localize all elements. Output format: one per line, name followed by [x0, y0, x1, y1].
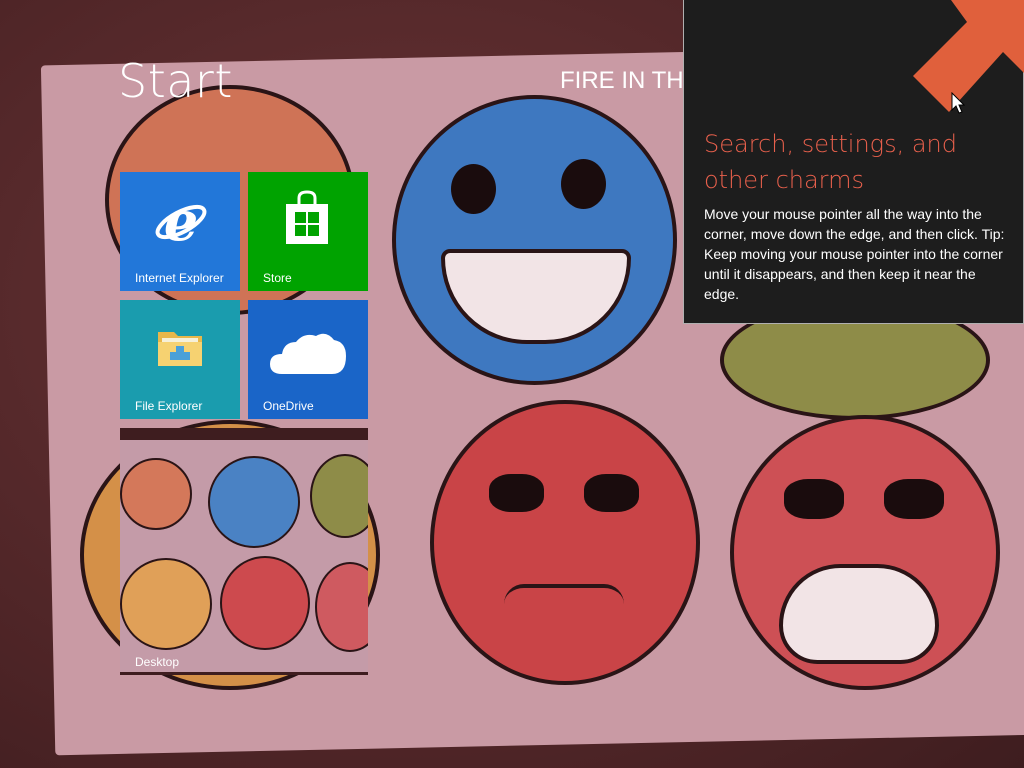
background-face-blue — [392, 95, 677, 385]
tile-label: Internet Explorer — [135, 271, 224, 285]
charms-tip-panel: Search, settings, and other charms Move … — [683, 0, 1024, 324]
desktop-thumbnail — [120, 428, 368, 675]
charms-tip-title: Search, settings, and other charms — [704, 130, 957, 194]
tile-internet-explorer[interactable]: e Internet Explorer — [120, 172, 240, 291]
tile-label: Store — [263, 271, 292, 285]
tile-onedrive[interactable]: OneDrive — [248, 300, 368, 419]
group-header[interactable]: FIRE IN TH — [560, 67, 684, 95]
diagonal-arrow-icon — [913, 0, 1024, 112]
tile-label: OneDrive — [263, 399, 314, 413]
mouse-pointer-icon — [951, 92, 965, 114]
tile-store[interactable]: Store — [248, 172, 368, 291]
store-icon — [286, 190, 328, 244]
background-face-red-2 — [730, 415, 1000, 690]
onedrive-icon — [270, 333, 346, 374]
tile-label: File Explorer — [135, 399, 203, 413]
internet-explorer-icon: e — [155, 194, 207, 248]
tile-label: Desktop — [135, 655, 180, 669]
start-title: Start — [118, 54, 233, 108]
tile-file-explorer[interactable]: File Explorer — [120, 300, 240, 419]
svg-text:e: e — [164, 194, 198, 248]
file-explorer-icon — [158, 332, 202, 366]
charms-tip-body: Move your mouse pointer all the way into… — [704, 206, 1005, 302]
background-face-red-1 — [430, 400, 700, 685]
tile-desktop[interactable]: Desktop — [120, 428, 368, 675]
